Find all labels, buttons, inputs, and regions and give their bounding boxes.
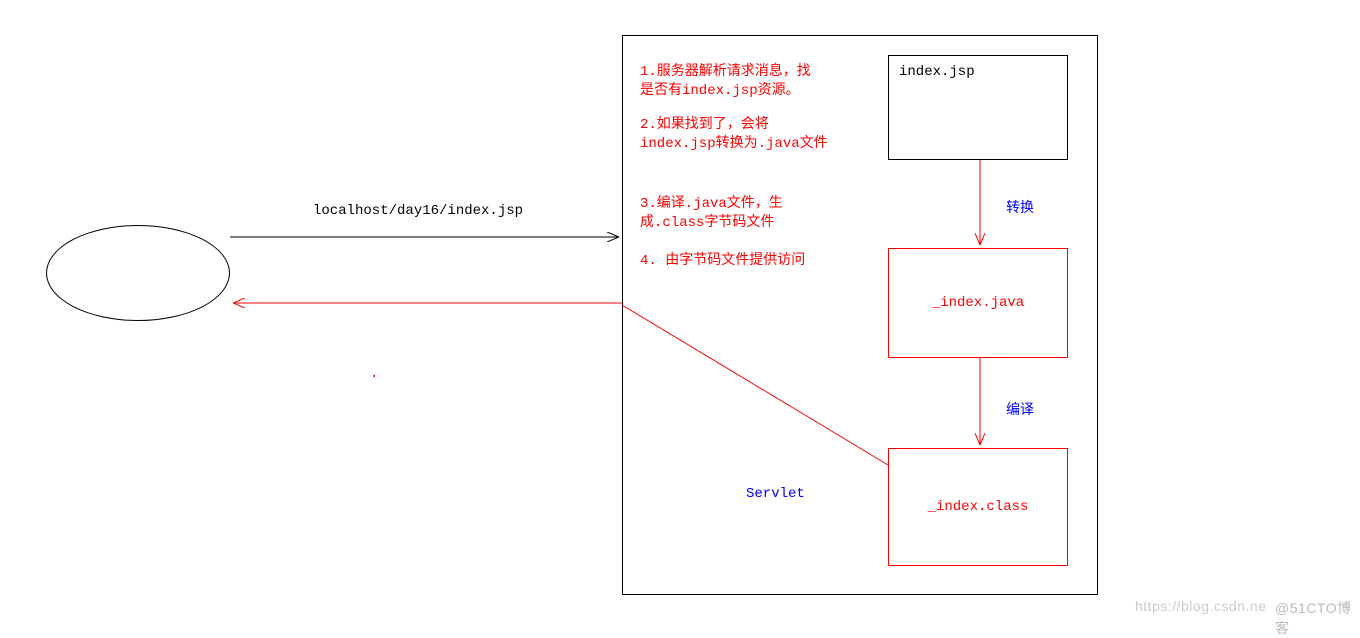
- servlet-label: Servlet: [746, 486, 805, 502]
- box-class: _index.class: [888, 448, 1068, 566]
- step-4: 4. 由字节码文件提供访问: [640, 249, 805, 269]
- watermark-csdn: https://blog.csdn.ne: [1135, 598, 1266, 614]
- arrow-label-convert: 转换: [1006, 197, 1034, 217]
- jsp-process-diagram: localhost/day16/index.jsp 1.服务器解析请求消息，找 …: [0, 0, 1360, 620]
- step-2: 2.如果找到了，会将 index.jsp转换为.java文件: [640, 116, 828, 154]
- box-jsp: index.jsp: [888, 55, 1068, 160]
- box-jsp-label: index.jsp: [899, 64, 975, 80]
- step-1: 1.服务器解析请求消息，找 是否有index.jsp资源。: [640, 63, 811, 101]
- step-3: 3.编译.java文件，生 成.class字节码文件: [640, 195, 783, 233]
- stray-dot: .: [370, 366, 378, 382]
- client-ellipse: [46, 225, 230, 321]
- box-java-label: _index.java: [932, 295, 1024, 311]
- watermark-51cto: @51CTO博客: [1275, 598, 1360, 638]
- request-url-label: localhost/day16/index.jsp: [313, 203, 523, 219]
- box-java: _index.java: [888, 248, 1068, 358]
- box-class-label: _index.class: [928, 499, 1029, 515]
- arrow-label-compile: 编译: [1006, 399, 1034, 419]
